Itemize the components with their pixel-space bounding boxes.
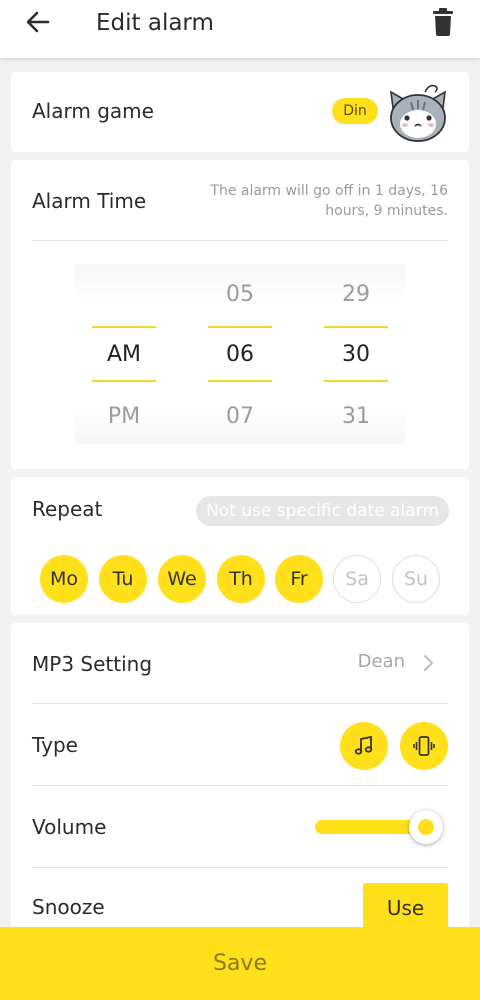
delete-button[interactable] xyxy=(430,6,456,38)
music-note-icon xyxy=(354,735,373,755)
mp3-current-value: Dean xyxy=(357,651,405,672)
day-toggle-su[interactable]: Su xyxy=(392,555,440,603)
chevron-right-icon xyxy=(424,655,433,671)
arrow-left-icon xyxy=(26,11,50,33)
period-wheel[interactable]: AM PM xyxy=(92,264,156,444)
snooze-label: Snooze xyxy=(32,895,105,919)
hour-next: 07 xyxy=(226,404,254,429)
period-next: PM xyxy=(107,404,141,429)
period-selected: AM xyxy=(106,342,142,367)
hour-wheel[interactable]: 05 06 07 xyxy=(208,264,272,444)
hour-prev: 05 xyxy=(226,282,254,307)
day-toggle-fr[interactable]: Fr xyxy=(275,555,323,603)
game-name-badge: Din xyxy=(332,98,378,124)
hour-selected: 06 xyxy=(226,342,254,367)
day-toggle-th[interactable]: Th xyxy=(217,555,265,603)
day-toggle-tu[interactable]: Tu xyxy=(99,555,147,603)
day-toggle-sa[interactable]: Sa xyxy=(333,555,381,603)
repeat-label: Repeat xyxy=(32,497,103,521)
selection-line-bottom xyxy=(92,380,156,382)
type-label: Type xyxy=(32,733,78,757)
snooze-use-button[interactable]: Use xyxy=(363,883,448,933)
selection-line-top xyxy=(324,326,388,328)
vibrate-icon xyxy=(413,736,435,756)
minute-selected: 30 xyxy=(342,342,370,367)
specific-date-button[interactable]: Not use specific date alarm xyxy=(196,496,449,526)
selection-line-bottom xyxy=(324,380,388,382)
alarm-game-card[interactable]: Alarm game Din xyxy=(11,72,469,152)
volume-slider-thumb[interactable] xyxy=(409,810,443,844)
alarm-countdown-note: The alarm will go off in 1 days, 16 hour… xyxy=(210,183,448,219)
volume-label: Volume xyxy=(32,815,107,839)
vibrate-type-button[interactable] xyxy=(400,722,448,770)
cat-face-icon xyxy=(390,84,446,142)
sound-type-button[interactable] xyxy=(340,722,388,770)
trash-icon xyxy=(433,8,453,36)
selection-line-bottom xyxy=(208,380,272,382)
minute-next: 31 xyxy=(342,404,370,429)
top-app-bar: Edit alarm xyxy=(0,0,480,58)
minute-prev: 29 xyxy=(342,282,370,307)
settings-card: MP3 Setting Dean Type Volume Snooze Use xyxy=(11,623,469,953)
save-button[interactable]: Save xyxy=(0,927,480,1000)
alarm-game-label: Alarm game xyxy=(32,99,154,123)
mp3-setting-label: MP3 Setting xyxy=(32,652,153,676)
type-row: Type xyxy=(11,704,469,784)
day-toggle-we[interactable]: We xyxy=(158,555,206,603)
divider xyxy=(32,867,448,868)
page-title: Edit alarm xyxy=(96,10,214,36)
back-button[interactable] xyxy=(22,6,54,38)
volume-row: Volume xyxy=(11,786,469,866)
alarm-time-label: Alarm Time xyxy=(32,189,147,213)
mp3-setting-row[interactable]: MP3 Setting Dean xyxy=(11,623,469,703)
selection-line-top xyxy=(208,326,272,328)
repeat-card: Repeat Not use specific date alarm Mo Tu… xyxy=(11,477,469,615)
selection-line-top xyxy=(92,326,156,328)
minute-wheel[interactable]: 29 30 31 xyxy=(324,264,388,444)
day-toggle-mo[interactable]: Mo xyxy=(40,555,88,603)
divider xyxy=(32,240,448,241)
alarm-time-card: Alarm Time The alarm will go off in 1 da… xyxy=(11,160,469,469)
